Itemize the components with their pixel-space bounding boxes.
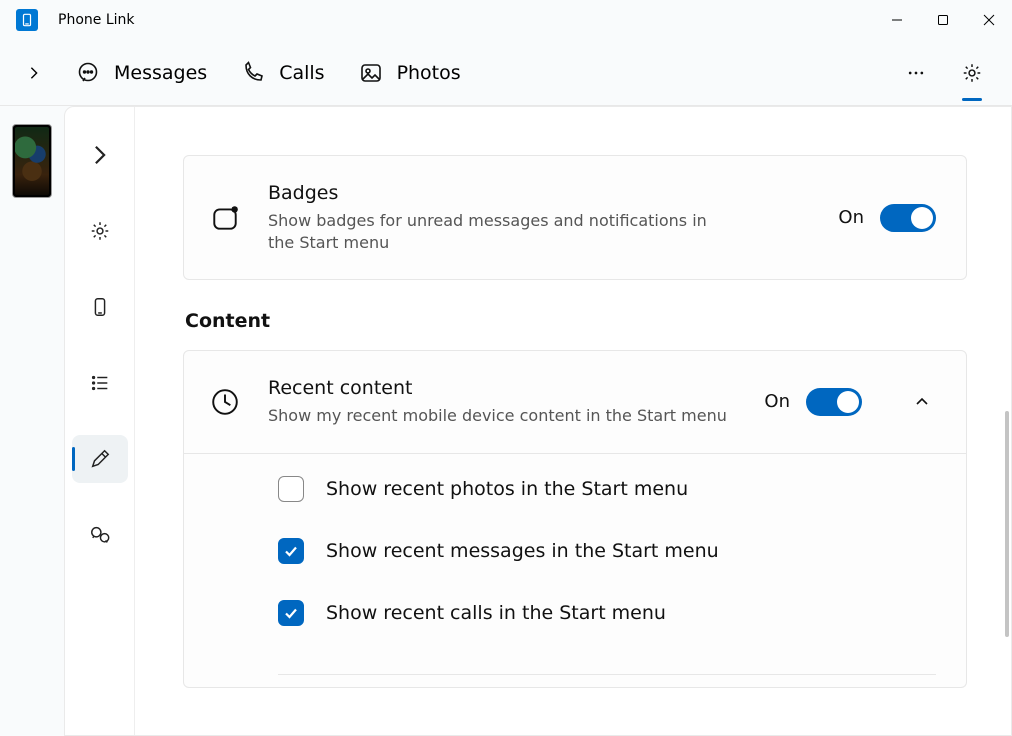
checkbox-recent-messages[interactable] [278, 538, 304, 564]
device-thumbnail[interactable] [12, 124, 52, 198]
clock-icon [208, 385, 242, 419]
option-recent-photos[interactable]: Show recent photos in the Start menu [278, 476, 936, 502]
titlebar: Phone Link [0, 0, 1012, 40]
sidebar-item-general[interactable] [72, 207, 128, 255]
recent-content-options: Show recent photos in the Start menu Sho… [183, 454, 967, 688]
sidebar-item-features[interactable] [72, 359, 128, 407]
settings-content: Badges Show badges for unread messages a… [135, 107, 1011, 735]
recent-content-desc: Show my recent mobile device content in … [268, 405, 738, 427]
tab-calls[interactable]: Calls [237, 55, 328, 91]
badges-toggle[interactable] [880, 204, 936, 232]
badges-desc: Show badges for unread messages and noti… [268, 210, 738, 253]
option-recent-calls-label: Show recent calls in the Start menu [326, 602, 666, 624]
tab-photos[interactable]: Photos [355, 55, 465, 91]
maximize-button[interactable] [920, 0, 966, 40]
back-button[interactable] [22, 66, 46, 80]
settings-button[interactable] [954, 55, 990, 91]
content-section-label: Content [185, 310, 967, 332]
recent-content-title: Recent content [268, 377, 738, 399]
photos-icon [359, 61, 383, 85]
sidebar-item-devices[interactable] [72, 283, 128, 331]
calls-icon [241, 61, 265, 85]
option-recent-photos-label: Show recent photos in the Start menu [326, 478, 688, 500]
setting-card-badges: Badges Show badges for unread messages a… [183, 155, 967, 280]
app-icon [16, 9, 38, 31]
scrollbar[interactable] [1005, 411, 1009, 637]
minimize-button[interactable] [874, 0, 920, 40]
recent-content-toggle[interactable] [806, 388, 862, 416]
messages-icon [76, 61, 100, 85]
option-recent-calls[interactable]: Show recent calls in the Start menu [278, 600, 936, 626]
recent-content-collapse-button[interactable] [908, 388, 936, 416]
badges-icon [208, 201, 242, 235]
close-button[interactable] [966, 0, 1012, 40]
tab-calls-label: Calls [279, 62, 324, 84]
sidebar-item-feedback[interactable] [72, 511, 128, 559]
checkbox-recent-calls[interactable] [278, 600, 304, 626]
badges-title: Badges [268, 182, 812, 204]
top-tabbar: Messages Calls Photos [0, 40, 1012, 106]
more-button[interactable] [898, 55, 934, 91]
divider [278, 674, 936, 675]
tab-photos-label: Photos [397, 62, 461, 84]
settings-sidebar [65, 107, 135, 735]
tab-messages-label: Messages [114, 62, 207, 84]
option-recent-messages-label: Show recent messages in the Start menu [326, 540, 719, 562]
option-recent-messages[interactable]: Show recent messages in the Start menu [278, 538, 936, 564]
sidebar-item-personalization[interactable] [72, 435, 128, 483]
checkbox-recent-photos[interactable] [278, 476, 304, 502]
tab-messages[interactable]: Messages [72, 55, 211, 91]
sidebar-expand-button[interactable] [72, 131, 128, 179]
badges-toggle-label: On [838, 207, 864, 228]
setting-card-recent-content: Recent content Show my recent mobile dev… [183, 350, 967, 454]
app-title: Phone Link [58, 12, 135, 28]
recent-content-toggle-label: On [764, 391, 790, 412]
